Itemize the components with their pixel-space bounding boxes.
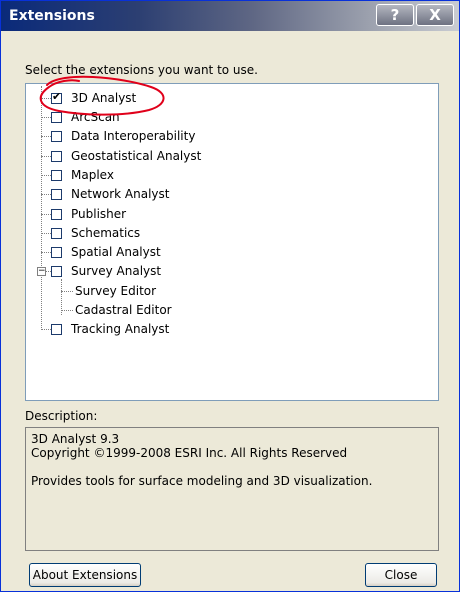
tree-connector-line xyxy=(41,233,51,234)
tree-item-label: Tracking Analyst xyxy=(71,322,170,336)
help-button[interactable]: ? xyxy=(376,4,414,26)
tree-item-label: Geostatistical Analyst xyxy=(71,149,202,163)
description-label: Description: xyxy=(25,409,98,423)
close-window-button[interactable]: X xyxy=(416,4,454,26)
extensions-dialog: Extensions ? X Select the extensions you… xyxy=(0,0,460,592)
description-title: 3D Analyst 9.3 xyxy=(31,432,120,446)
tree-item-label: ArcScan xyxy=(71,110,120,124)
checkbox[interactable] xyxy=(51,324,62,335)
checkbox[interactable] xyxy=(51,189,62,200)
tree-item-label: Maplex xyxy=(71,168,114,182)
tree-item-label: Publisher xyxy=(71,207,127,221)
tree-connector-line xyxy=(41,98,51,99)
collapse-icon[interactable]: − xyxy=(37,267,46,276)
tree-connector-line xyxy=(41,175,51,176)
checkbox[interactable] xyxy=(51,112,62,123)
tree-connector-line xyxy=(41,329,51,330)
instructions-label: Select the extensions you want to use. xyxy=(25,63,258,77)
checkbox[interactable] xyxy=(51,247,62,258)
extensions-tree[interactable]: ✔ 3D Analyst ArcScan Data Interoperabili… xyxy=(25,83,439,401)
window-title: Extensions xyxy=(9,8,95,24)
tree-connector-line xyxy=(41,156,51,157)
tree-connector-line xyxy=(61,291,73,292)
tree-connector-line xyxy=(41,194,51,195)
checkbox[interactable] xyxy=(51,131,62,142)
checkbox[interactable] xyxy=(51,170,62,181)
tree-connector-line xyxy=(41,86,42,330)
tree-item-label: Schematics xyxy=(71,226,141,240)
description-copyright: Copyright ©1999-2008 ESRI Inc. All Right… xyxy=(31,446,348,460)
tree-connector-line xyxy=(61,310,73,311)
tree-item-label: Network Analyst xyxy=(71,187,170,201)
description-box: 3D Analyst 9.3 Copyright ©1999-2008 ESRI… xyxy=(25,427,439,551)
about-extensions-button[interactable]: About Extensions xyxy=(29,563,141,587)
close-button[interactable]: Close xyxy=(365,563,437,587)
tree-item-label: Data Interoperability xyxy=(71,129,196,143)
tree-connector-line xyxy=(41,117,51,118)
checkbox-checked[interactable]: ✔ xyxy=(51,90,62,104)
tree-connector-line xyxy=(41,252,51,253)
checkbox[interactable] xyxy=(51,151,62,162)
tree-item-label: Spatial Analyst xyxy=(71,245,161,259)
checkbox[interactable] xyxy=(51,228,62,239)
tree-item-label: Survey Editor xyxy=(75,284,157,298)
checkbox[interactable] xyxy=(51,266,62,277)
description-text: Provides tools for surface modeling and … xyxy=(31,474,373,488)
tree-item-label: Survey Analyst xyxy=(71,264,162,278)
check-mark-icon: ✔ xyxy=(52,90,62,103)
tree-item-label: 3D Analyst xyxy=(71,91,137,105)
checkbox[interactable] xyxy=(51,209,62,220)
tree-connector-line xyxy=(41,214,51,215)
tree-item-label: Cadastral Editor xyxy=(75,303,172,317)
tree-connector-line xyxy=(41,136,51,137)
title-bar[interactable]: Extensions ? X xyxy=(1,1,459,31)
